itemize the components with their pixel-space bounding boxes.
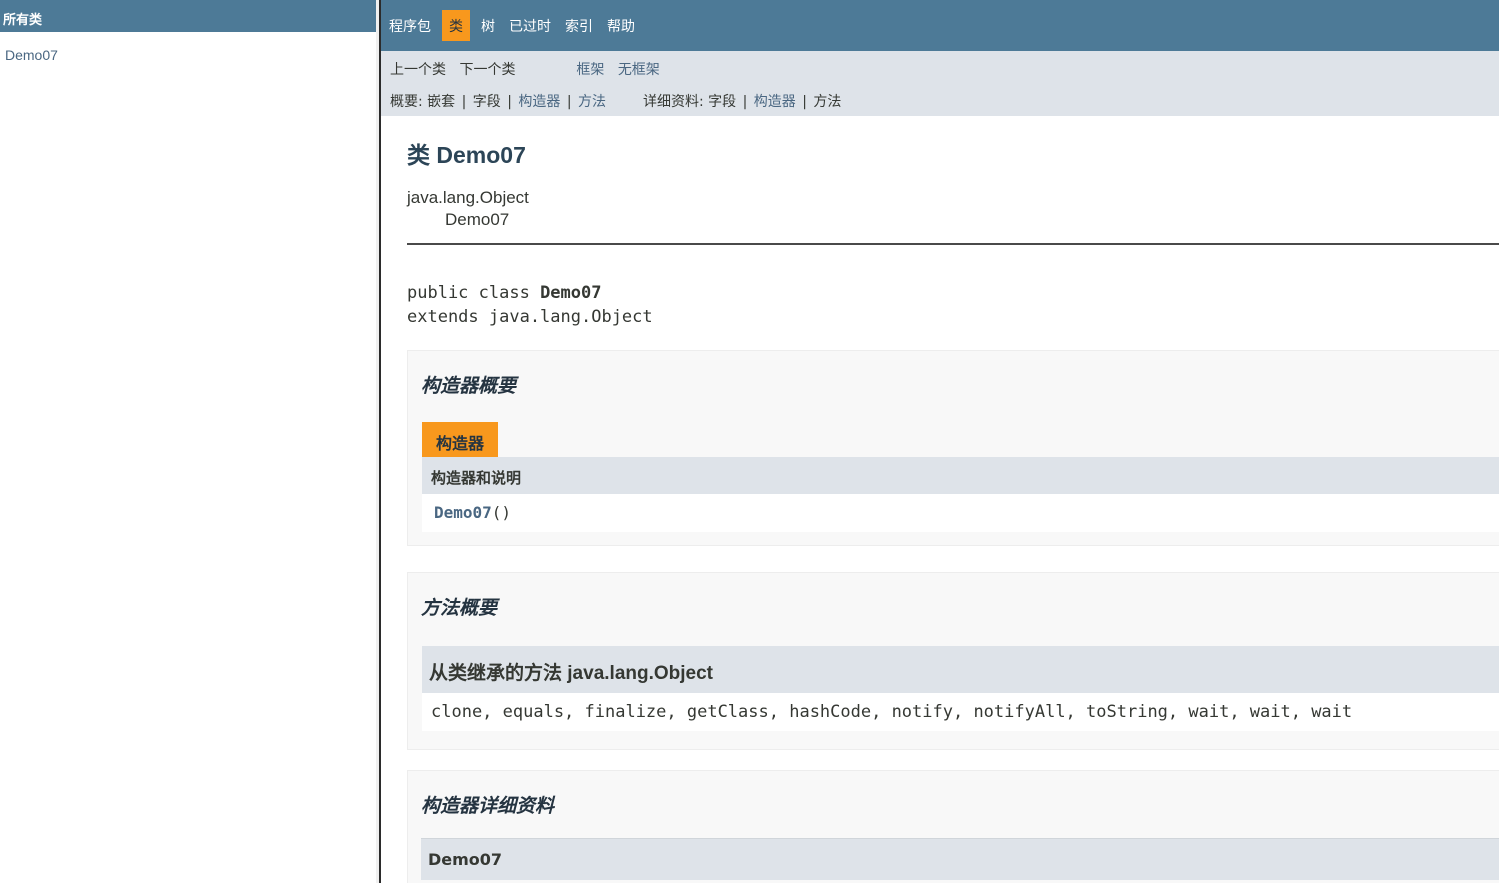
- page-title: 类 Demo07: [407, 142, 526, 168]
- all-classes-header: 所有类: [0, 0, 376, 32]
- separator: |: [507, 94, 512, 110]
- inherit-child: Demo07: [445, 210, 510, 229]
- class-list: Demo07: [0, 32, 376, 64]
- separator: |: [566, 94, 572, 110]
- constructor-detail: 构造器详细资料 Demo07: [407, 770, 1499, 883]
- separator: |: [802, 94, 807, 110]
- constructor-detail-title: 构造器详细资料: [421, 796, 555, 817]
- nav-deprecated[interactable]: 已过时: [509, 10, 551, 41]
- class-frame: 程序包 类 树 已过时 索引 帮助 上一个类 下一个类 框架 无框架 概要: 嵌…: [381, 0, 1499, 883]
- all-classes-frame: 所有类 Demo07: [0, 0, 376, 883]
- signature-prefix: public class: [407, 283, 541, 303]
- inheritance-tree: java.lang.Object Demo07: [407, 187, 1499, 231]
- nav-tree[interactable]: 树: [481, 10, 495, 41]
- separator: |: [461, 94, 467, 110]
- signature-extends: extends java.lang.Object: [407, 307, 653, 327]
- nav-help[interactable]: 帮助: [607, 10, 635, 41]
- summary-label: 概要:: [390, 94, 423, 110]
- class-content: 类 Demo07 java.lang.Object Demo07 public …: [381, 136, 1499, 883]
- class-signature: public class Demo07 extends java.lang.Ob…: [407, 281, 1499, 329]
- detail-field: 字段: [708, 94, 737, 110]
- constructor-link-demo07[interactable]: Demo07: [434, 503, 492, 522]
- constructor-summary: 构造器概要 构造器 构造器和说明 Demo07(): [407, 350, 1499, 546]
- inherited-methods-list: clone, equals, finalize, getClass, hashC…: [422, 693, 1499, 731]
- constructor-table-header: 构造器和说明: [422, 457, 1499, 494]
- nav-index[interactable]: 索引: [565, 10, 593, 41]
- signature-class-name: Demo07: [540, 283, 602, 303]
- method-summary-title: 方法概要: [421, 598, 498, 619]
- constructor-params: (): [491, 503, 512, 522]
- prev-class-label: 上一个类: [390, 62, 446, 78]
- subnav-row-nav: 上一个类 下一个类 框架 无框架: [390, 59, 1499, 91]
- summary-field: 字段: [472, 94, 501, 110]
- constructor-table: 构造器和说明 Demo07(): [422, 457, 1499, 532]
- method-summary: 方法概要 从类继承的方法 java.lang.Object clone, equ…: [407, 572, 1499, 750]
- inherit-parent: java.lang.Object: [407, 188, 529, 207]
- inherited-methods-header: 从类继承的方法 java.lang.Object: [422, 646, 1499, 693]
- table-row: Demo07(): [422, 494, 1499, 532]
- constructor-summary-title: 构造器概要: [421, 376, 517, 397]
- sub-navbar: 上一个类 下一个类 框架 无框架 概要: 嵌套 | 字段 | 构造器 | 方法 …: [381, 51, 1499, 116]
- nav-class: 类: [442, 10, 470, 41]
- detail-label: 详细资料:: [642, 94, 704, 110]
- summary-method-link[interactable]: 方法: [578, 94, 606, 110]
- frames-link[interactable]: 框架: [576, 62, 604, 78]
- detail-method: 方法: [813, 94, 842, 110]
- separator: |: [742, 94, 748, 110]
- summary-nested: 嵌套: [427, 94, 456, 110]
- subnav-row-summary: 概要: 嵌套 | 字段 | 构造器 | 方法 详细资料: 字段 | 构造器 | …: [390, 91, 1499, 111]
- class-link-demo07[interactable]: Demo07: [5, 47, 58, 63]
- constructor-detail-name: Demo07: [421, 838, 1499, 880]
- no-frames-link[interactable]: 无框架: [618, 62, 660, 78]
- constructor-tab: 构造器: [422, 422, 499, 457]
- top-navbar: 程序包 类 树 已过时 索引 帮助: [381, 0, 1499, 51]
- divider: [407, 243, 1499, 245]
- detail-constructor-link[interactable]: 构造器: [754, 94, 796, 110]
- next-class-label: 下一个类: [459, 62, 516, 78]
- summary-constructor-link[interactable]: 构造器: [518, 94, 560, 110]
- nav-package[interactable]: 程序包: [389, 10, 431, 41]
